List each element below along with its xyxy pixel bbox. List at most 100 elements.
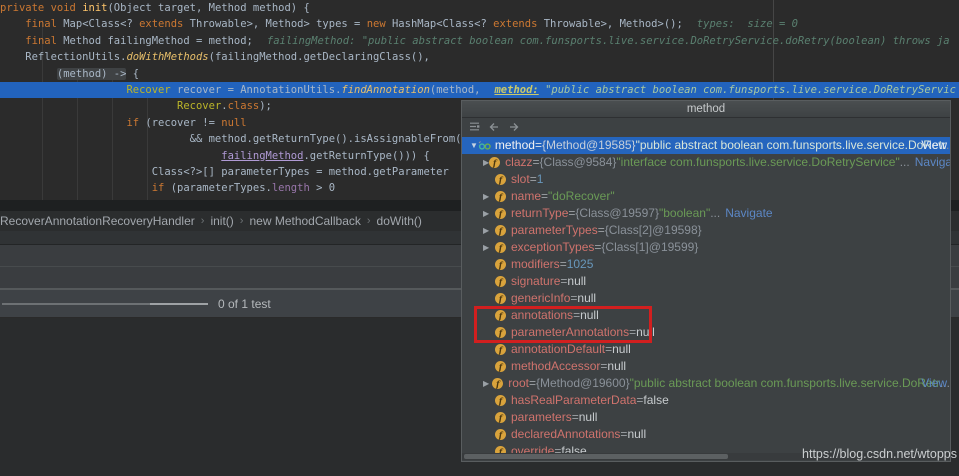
expand-arrow[interactable]: ▶ [483, 375, 492, 392]
field-icon: f [492, 378, 503, 389]
tree-row-methodAccessor[interactable]: fmethodAccessor = null [462, 358, 950, 375]
view-link[interactable]: View [921, 375, 947, 392]
field-value: "public abstract boolean com.funsports.l… [636, 137, 946, 154]
equals-sign: = [620, 426, 627, 443]
code-token: { [126, 68, 139, 80]
object-ref: {Method@19585} [542, 137, 636, 154]
test-progress-label: 0 of 1 test [218, 297, 271, 311]
field-name: root [508, 375, 529, 392]
tree-row-hasRealParameterData[interactable]: fhasRealParameterData = false [462, 392, 950, 409]
navigate-link[interactable]: Navigate [915, 154, 951, 171]
code-token: (failingMethod.getDeclaringClass(), [209, 51, 430, 63]
inline-debug-hint: types: size = 0 [697, 18, 798, 30]
code-token: .getReturnType())) { [303, 150, 429, 162]
watch-icon [478, 139, 491, 152]
code-token: Throwable>, Method>(); [544, 18, 683, 30]
code-token: init [82, 2, 107, 14]
field-icon: f [495, 208, 506, 219]
hint-value: "public abstract boolean com.funsports.l… [539, 84, 956, 96]
tree-row-modifiers[interactable]: fmodifiers = 1025 [462, 256, 950, 273]
code-token: Recover [126, 84, 170, 96]
breadcrumb-item-1[interactable]: RecoverAnnotationRecoveryHandler [0, 214, 199, 228]
field-value: "doRecover" [548, 188, 615, 205]
code-token: new [367, 18, 392, 30]
watermark-text: https://blog.csdn.net/wtopps [802, 447, 957, 461]
equals-sign: = [600, 358, 607, 375]
equals-sign: = [560, 256, 567, 273]
field-icon: f [495, 242, 506, 253]
field-name: annotationDefault [511, 341, 605, 358]
tree-row-parameters[interactable]: fparameters = null [462, 409, 950, 426]
red-annotation-box [474, 306, 652, 343]
view-options-icon[interactable] [467, 120, 481, 133]
execution-line[interactable]: Recover recover = AnnotationUtils.findAn… [0, 82, 959, 98]
tree-row-method[interactable]: ▼method = {Method@19585} "public abstrac… [462, 137, 950, 154]
code-token: private void [0, 2, 82, 14]
expand-arrow[interactable]: ▶ [483, 222, 495, 239]
code-token: ReflectionUtils. [0, 51, 126, 63]
field-icon: f [495, 191, 506, 202]
field-value: null [627, 426, 646, 443]
field-name: name [511, 188, 541, 205]
view-link[interactable]: View [921, 137, 947, 154]
code-line[interactable]: ReflectionUtils.doWithMethods(failingMet… [0, 49, 959, 65]
forward-arrow-icon[interactable] [507, 120, 521, 133]
code-token: class [228, 100, 260, 112]
field-icon: f [495, 259, 506, 270]
code-token: doWithMethods [126, 51, 208, 63]
equals-sign: = [535, 137, 542, 154]
object-ref: {Class[1]@19599} [601, 239, 698, 256]
field-value: null [579, 409, 598, 426]
breadcrumb-item-3[interactable]: new MethodCallback [245, 214, 364, 228]
code-token: Method failingMethod = method; [63, 35, 253, 47]
tree-row-returnType[interactable]: ▶freturnType = {Class@19597} "boolean"..… [462, 205, 950, 222]
tree-row-clazz[interactable]: ▶fclazz = {Class@9584} "interface com.fu… [462, 154, 950, 171]
object-ref: {Class@19597} [575, 205, 659, 222]
expand-arrow[interactable]: ▶ [483, 239, 495, 256]
field-name: declaredAnnotations [511, 426, 620, 443]
tree-row-root[interactable]: ▶froot = {Method@19600} "public abstract… [462, 375, 950, 392]
field-icon: f [489, 157, 500, 168]
navigate-link[interactable]: Navigate [725, 205, 772, 222]
breadcrumb-item-2[interactable]: init() [206, 214, 237, 228]
field-name: clazz [505, 154, 532, 171]
field-icon: f [495, 276, 506, 287]
breadcrumb-item-4[interactable]: doWith() [373, 214, 426, 228]
tree-row-name[interactable]: ▶fname = "doRecover" [462, 188, 950, 205]
tree-row-annotationDefault[interactable]: fannotationDefault = null [462, 341, 950, 358]
tree-row-declaredAnnotations[interactable]: fdeclaredAnnotations = null [462, 426, 950, 443]
variables-tree: ▼method = {Method@19585} "public abstrac… [462, 135, 950, 460]
code-line[interactable]: (method) -> { [0, 66, 959, 82]
expand-arrow[interactable]: ▶ [483, 188, 495, 205]
equals-sign: = [560, 273, 567, 290]
expand-arrow[interactable]: ▶ [483, 205, 495, 222]
field-value: null [577, 290, 596, 307]
object-ref: {Class@9584} [540, 154, 617, 171]
code-line[interactable]: private void init(Object target, Method … [0, 0, 959, 16]
popup-title: method [462, 101, 950, 118]
code-token [0, 182, 152, 194]
expand-arrow[interactable]: ▼ [470, 137, 478, 154]
tree-row-exceptionTypes[interactable]: ▶fexceptionTypes = {Class[1]@19599} [462, 239, 950, 256]
code-line[interactable]: final Method failingMethod = method;fail… [0, 33, 959, 49]
tree-row-parameterTypes[interactable]: ▶fparameterTypes = {Class[2]@19598} [462, 222, 950, 239]
code-line[interactable]: final Map<Class<? extends Throwable>, Me… [0, 16, 959, 32]
equals-sign: = [529, 375, 536, 392]
code-token: recover = AnnotationUtils. [171, 84, 342, 96]
field-name: modifiers [511, 256, 560, 273]
field-value: false [643, 392, 668, 409]
tree-row-genericInfo[interactable]: fgenericInfo = null [462, 290, 950, 307]
code-token: HashMap<Class<? [392, 18, 493, 30]
equals-sign: = [636, 392, 643, 409]
equals-sign: = [541, 188, 548, 205]
scrollbar-thumb[interactable] [464, 454, 728, 459]
field-name: parameterTypes [511, 222, 598, 239]
tree-row-signature[interactable]: fsignature = null [462, 273, 950, 290]
field-name: signature [511, 273, 560, 290]
equals-sign: = [530, 171, 537, 188]
ide-screen: private void init(Object target, Method … [0, 0, 959, 476]
code-token: length [272, 182, 310, 194]
back-arrow-icon[interactable] [487, 120, 501, 133]
tree-row-slot[interactable]: fslot = 1 [462, 171, 950, 188]
ellipsis: ... [710, 205, 720, 222]
